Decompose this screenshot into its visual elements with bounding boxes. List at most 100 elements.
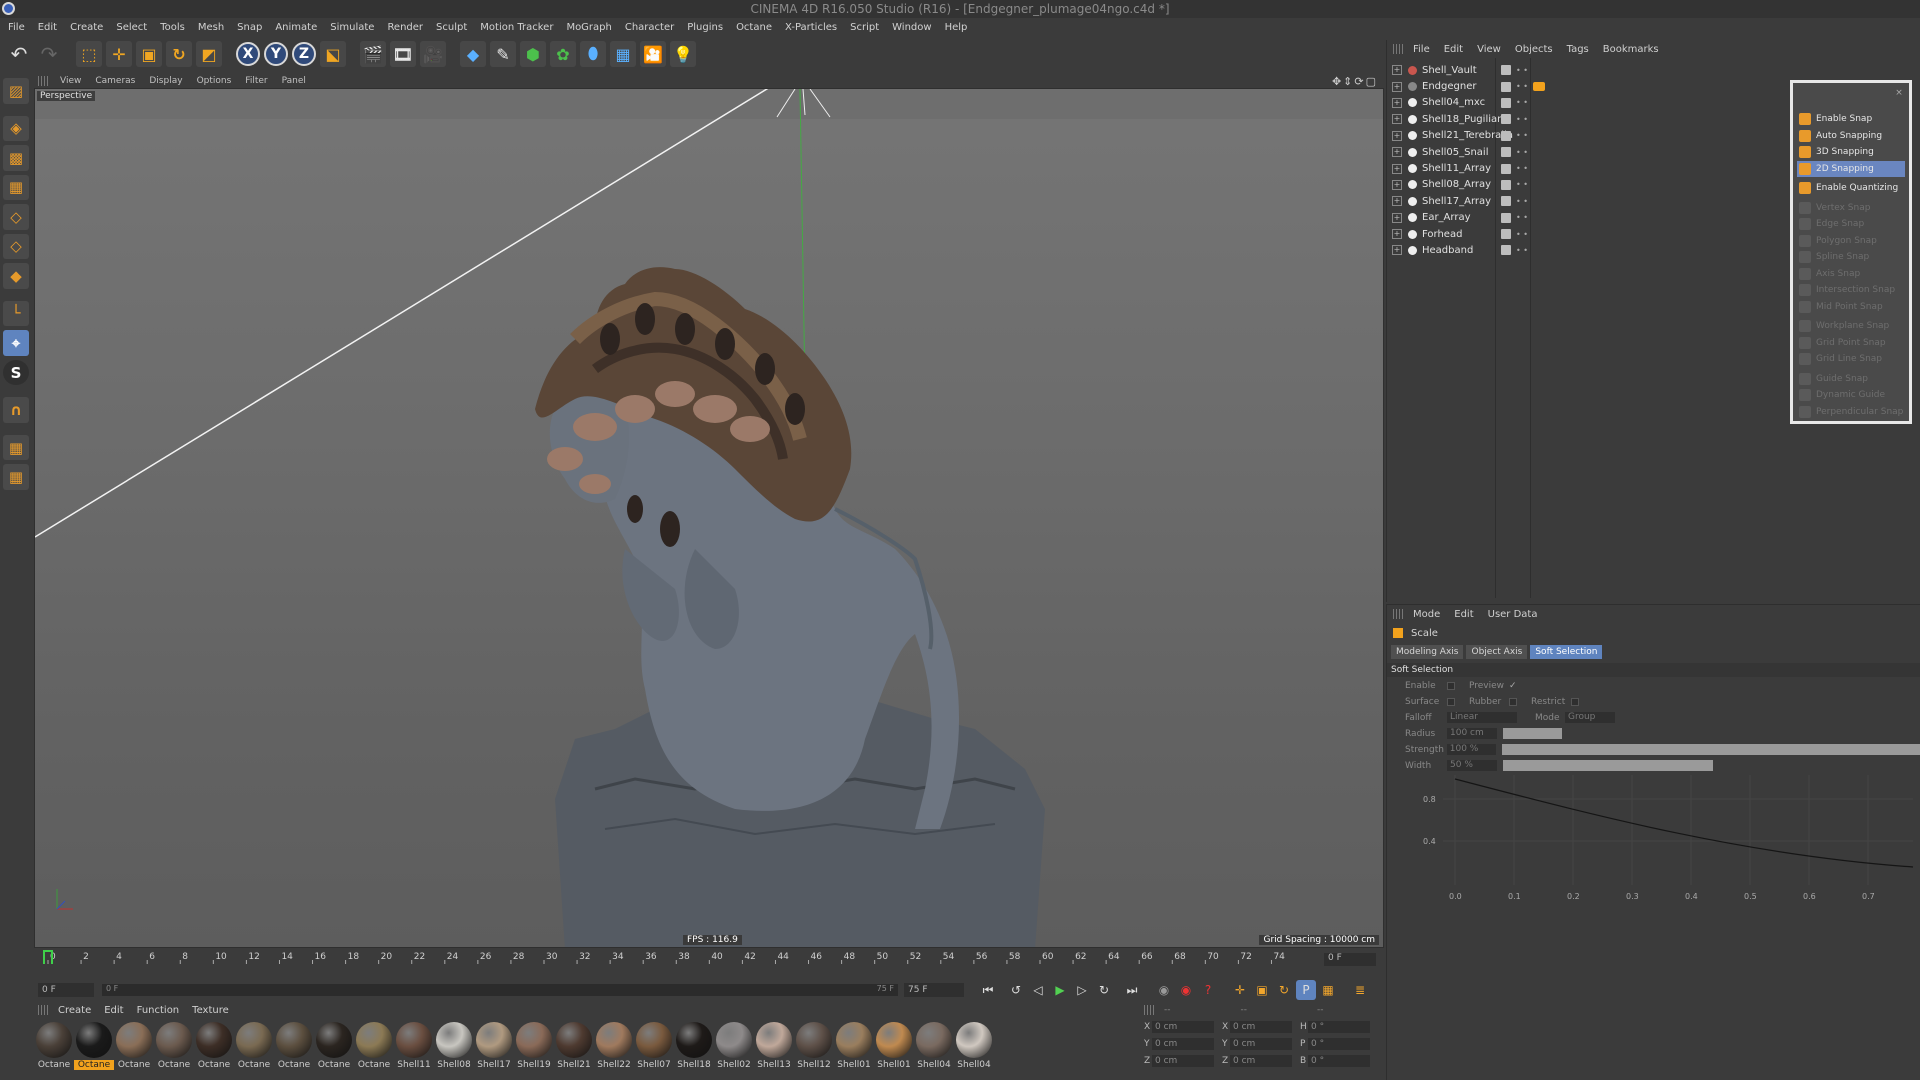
object-menu-view[interactable]: View bbox=[1477, 44, 1501, 55]
layer-checkbox-icon[interactable] bbox=[1501, 147, 1511, 158]
menu-octane[interactable]: Octane bbox=[736, 22, 772, 33]
menu-help[interactable]: Help bbox=[945, 22, 968, 33]
material-menu-texture[interactable]: Texture bbox=[192, 1005, 229, 1016]
end-frame-field[interactable]: 75 F bbox=[904, 983, 964, 997]
material-swatch[interactable]: Octane bbox=[234, 1022, 274, 1070]
snap-option-auto-snapping[interactable]: Auto Snapping bbox=[1797, 128, 1905, 145]
spline-pen-icon[interactable]: ✎ bbox=[490, 41, 516, 67]
goto-start-icon[interactable]: ⏮ bbox=[978, 980, 998, 1000]
texture-mode-icon[interactable]: ▩ bbox=[3, 145, 29, 171]
material-swatch[interactable]: Shell04 bbox=[954, 1022, 994, 1070]
expand-toggle-icon[interactable]: + bbox=[1392, 81, 1402, 92]
rotation-field[interactable]: 0 ° bbox=[1308, 1021, 1370, 1033]
expand-toggle-icon[interactable]: + bbox=[1392, 245, 1402, 256]
position-field[interactable]: 0 cm bbox=[1152, 1055, 1214, 1067]
object-menu-objects[interactable]: Objects bbox=[1515, 44, 1553, 55]
snap-option-polygon-snap[interactable]: Polygon Snap bbox=[1797, 233, 1905, 250]
object-menu-tags[interactable]: Tags bbox=[1567, 44, 1589, 55]
timeline[interactable]: 0 2 4 6 8 10 12 14 16 18 20 22 24 26 28 30 32 34 36 38 40 42 4… bbox=[34, 948, 1384, 978]
snap-option-grid-point-snap[interactable]: Grid Point Snap bbox=[1797, 335, 1905, 352]
falloff-curve-line[interactable] bbox=[1454, 778, 1914, 868]
axis-mode-icon[interactable]: └ bbox=[3, 300, 29, 327]
start-frame-field[interactable]: 0 F bbox=[38, 983, 94, 997]
material-swatch[interactable]: Octane bbox=[154, 1022, 194, 1070]
material-swatch[interactable]: Shell02 bbox=[714, 1022, 754, 1070]
expand-toggle-icon[interactable]: + bbox=[1392, 179, 1402, 190]
tab-modeling-axis[interactable]: Modeling Axis bbox=[1391, 645, 1464, 659]
model-mode-icon[interactable]: ◈ bbox=[3, 115, 29, 142]
viewport-navigation-icon[interactable]: ✥⇕⟳▢ bbox=[1332, 75, 1378, 88]
size-field[interactable]: 0 cm bbox=[1230, 1021, 1292, 1033]
snap-option-workplane-snap[interactable]: Workplane Snap bbox=[1797, 318, 1905, 335]
expand-toggle-icon[interactable]: + bbox=[1392, 147, 1402, 158]
attribute-menu-mode[interactable]: Mode bbox=[1413, 609, 1440, 620]
autokey-icon[interactable]: ◉ bbox=[1176, 980, 1196, 1000]
layer-checkbox-icon[interactable] bbox=[1501, 130, 1511, 141]
menu-snap[interactable]: Snap bbox=[237, 22, 262, 33]
make-editable-icon[interactable]: ▨ bbox=[3, 78, 29, 104]
goto-end-icon[interactable]: ⏭ bbox=[1122, 980, 1142, 1000]
cloner-icon[interactable]: ✿ bbox=[550, 41, 576, 67]
panel-grip-icon[interactable] bbox=[38, 1005, 48, 1015]
camera-object-icon[interactable]: 🎦 bbox=[640, 41, 666, 67]
attribute-menu-edit[interactable]: Edit bbox=[1454, 609, 1473, 620]
snap-option-mid-point-snap[interactable]: Mid Point Snap bbox=[1797, 299, 1905, 316]
solo-mode-icon[interactable]: S bbox=[3, 359, 29, 386]
scale-tool-icon[interactable]: ▣ bbox=[136, 41, 162, 67]
material-swatch[interactable]: Octane bbox=[34, 1022, 74, 1070]
menu-file[interactable]: File bbox=[8, 22, 25, 33]
visibility-dots-icon[interactable]: • • bbox=[1516, 246, 1528, 254]
material-swatch[interactable]: Octane bbox=[354, 1022, 394, 1070]
viewport-menu-display[interactable]: Display bbox=[149, 76, 182, 86]
rotation-field[interactable]: 0 ° bbox=[1308, 1038, 1370, 1050]
menu-animate[interactable]: Animate bbox=[275, 22, 317, 33]
undo-icon[interactable]: ↶ bbox=[6, 41, 32, 67]
material-swatch[interactable]: Shell18 bbox=[674, 1022, 714, 1070]
visibility-dots-icon[interactable]: • • bbox=[1516, 148, 1528, 156]
deformer-icon[interactable]: ⬮ bbox=[580, 41, 606, 67]
key-position-icon[interactable]: ✛ bbox=[1230, 980, 1250, 1000]
previous-key-icon[interactable]: ↺ bbox=[1006, 980, 1026, 1000]
visibility-dots-icon[interactable]: • • bbox=[1516, 165, 1528, 173]
viewport-menu-cameras[interactable]: Cameras bbox=[95, 76, 135, 86]
key-pla-icon[interactable]: ▦ bbox=[1318, 980, 1338, 1000]
render-picture-viewer-icon[interactable]: 🎞 bbox=[390, 41, 416, 67]
position-field[interactable]: 0 cm bbox=[1152, 1021, 1214, 1033]
workplane-lock-icon[interactable]: ▦ bbox=[3, 434, 29, 461]
visibility-dots-icon[interactable]: • • bbox=[1516, 230, 1528, 238]
rotate-tool-icon[interactable]: ↻ bbox=[166, 41, 192, 67]
radius-slider[interactable] bbox=[1503, 728, 1562, 739]
snap-option-vertex-snap[interactable]: Vertex Snap bbox=[1797, 200, 1905, 217]
menu-window[interactable]: Window bbox=[892, 22, 931, 33]
material-swatch[interactable]: Shell08 bbox=[434, 1022, 474, 1070]
layer-checkbox-icon[interactable] bbox=[1501, 65, 1511, 76]
radius-field[interactable]: 100 cm bbox=[1447, 728, 1497, 739]
render-view-icon[interactable]: 🎬 bbox=[360, 41, 386, 67]
object-menu-edit[interactable]: Edit bbox=[1444, 44, 1463, 55]
y-axis-lock-button[interactable]: Y bbox=[264, 42, 288, 66]
surface-checkbox[interactable] bbox=[1447, 697, 1455, 706]
current-frame-field[interactable]: 0 F bbox=[1324, 953, 1376, 966]
material-swatch[interactable]: Shell11 bbox=[394, 1022, 434, 1070]
width-slider[interactable] bbox=[1503, 760, 1713, 771]
material-menu-function[interactable]: Function bbox=[137, 1005, 180, 1016]
light-object-icon[interactable]: 💡 bbox=[670, 41, 696, 67]
menu-select[interactable]: Select bbox=[116, 22, 147, 33]
snap-option-enable-snap[interactable]: Enable Snap bbox=[1797, 111, 1905, 128]
expand-toggle-icon[interactable]: + bbox=[1392, 130, 1402, 141]
snap-option-intersection-snap[interactable]: Intersection Snap bbox=[1797, 282, 1905, 299]
rotation-field[interactable]: 0 ° bbox=[1308, 1055, 1370, 1067]
visibility-dots-icon[interactable]: • • bbox=[1516, 83, 1528, 91]
enable-checkbox[interactable] bbox=[1447, 681, 1455, 690]
live-selection-icon[interactable]: ⬚ bbox=[76, 41, 102, 67]
panel-grip-icon[interactable] bbox=[1393, 44, 1403, 54]
snap-option-edge-snap[interactable]: Edge Snap bbox=[1797, 216, 1905, 233]
render-settings-icon[interactable]: 🎥 bbox=[420, 41, 446, 67]
strength-slider[interactable] bbox=[1502, 744, 1920, 755]
menu-mograph[interactable]: MoGraph bbox=[566, 22, 611, 33]
key-parameter-icon[interactable]: P bbox=[1296, 980, 1316, 1000]
menu-edit[interactable]: Edit bbox=[38, 22, 57, 33]
key-scale-icon[interactable]: ▣ bbox=[1252, 980, 1272, 1000]
x-axis-lock-button[interactable]: X bbox=[236, 42, 260, 66]
polygons-mode-icon[interactable]: ◆ bbox=[3, 263, 29, 289]
